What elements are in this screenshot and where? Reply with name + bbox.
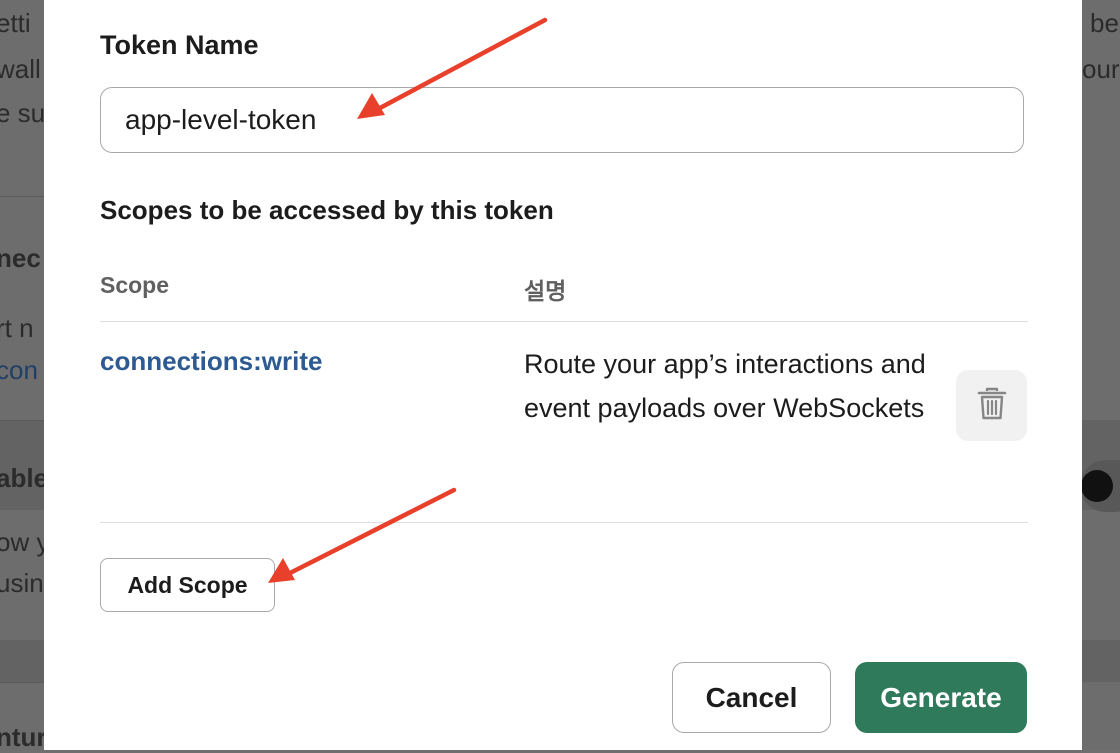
background-text: rt n: [0, 313, 34, 343]
background-link: con: [0, 355, 38, 385]
background-text: ow y: [0, 527, 50, 557]
background-divider: [0, 682, 44, 683]
token-name-input[interactable]: [100, 87, 1024, 153]
table-divider: [100, 321, 1028, 322]
create-token-dialog: Token Name Scopes to be accessed by this…: [44, 0, 1082, 750]
scope-link[interactable]: connections:write: [100, 346, 322, 377]
background-text: nec: [0, 243, 41, 273]
table-divider: [100, 522, 1028, 523]
add-scope-button[interactable]: Add Scope: [100, 558, 275, 612]
scopes-heading: Scopes to be accessed by this token: [100, 195, 554, 225]
trash-icon: [977, 387, 1007, 424]
background-text: ntur: [0, 722, 47, 752]
scope-column-header: Scope: [100, 272, 170, 298]
background-text: usin: [0, 568, 44, 598]
background-text: be: [1090, 8, 1119, 38]
background-text: etti: [0, 8, 31, 38]
token-name-label: Token Name: [100, 30, 259, 60]
background-toggle-knob: [1081, 470, 1113, 502]
background-divider: [0, 420, 44, 421]
background-text: e su: [0, 98, 46, 128]
delete-scope-button[interactable]: [956, 370, 1027, 441]
cancel-button[interactable]: Cancel: [672, 662, 831, 733]
background-text: able: [0, 463, 49, 493]
background-divider: [0, 196, 44, 197]
scope-description: Route your app’s interactions and event …: [524, 349, 926, 423]
generate-button[interactable]: Generate: [855, 662, 1027, 733]
description-column-header: 설명: [524, 278, 567, 304]
background-text: our: [1082, 54, 1120, 84]
background-text: wall: [0, 54, 41, 84]
